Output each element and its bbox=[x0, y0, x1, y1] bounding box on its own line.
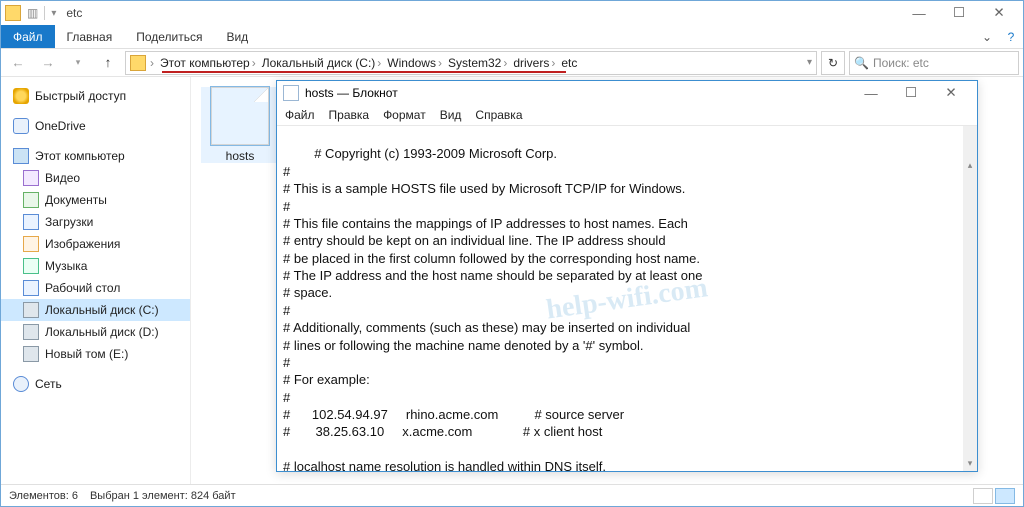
window-title: etc bbox=[66, 6, 82, 20]
maximize-button[interactable]: ☐ bbox=[939, 2, 979, 24]
back-button[interactable]: ← bbox=[5, 51, 31, 75]
qat-dropdown-icon[interactable]: ▾ bbox=[51, 8, 56, 19]
menu-file[interactable]: Файл bbox=[285, 108, 315, 122]
file-content: # Copyright (c) 1993-2009 Microsoft Corp… bbox=[283, 146, 702, 471]
recent-button[interactable]: ▾ bbox=[65, 51, 91, 75]
quick-access[interactable]: Быстрый доступ bbox=[1, 85, 190, 107]
document-icon bbox=[23, 192, 39, 208]
file-hosts[interactable]: hosts bbox=[201, 87, 279, 163]
quick-tool-icon[interactable]: ▥ bbox=[27, 6, 38, 20]
notepad-textarea[interactable]: # Copyright (c) 1993-2009 Microsoft Corp… bbox=[277, 125, 977, 471]
search-box[interactable]: 🔍 Поиск: etc bbox=[849, 51, 1019, 75]
maximize-button[interactable]: ☐ bbox=[891, 82, 931, 104]
tab-view[interactable]: Вид bbox=[214, 25, 260, 48]
notepad-menu: Файл Правка Формат Вид Справка bbox=[277, 105, 977, 125]
breadcrumb-item[interactable]: System32 › bbox=[446, 56, 509, 70]
network-icon bbox=[13, 376, 29, 392]
download-icon bbox=[23, 214, 39, 230]
cloud-icon bbox=[13, 118, 29, 134]
star-icon bbox=[13, 88, 29, 104]
folder-icon bbox=[130, 55, 146, 71]
status-selected: Выбран 1 элемент: 824 байт bbox=[90, 490, 236, 502]
menu-format[interactable]: Формат bbox=[383, 108, 426, 122]
notepad-window: hosts — Блокнот — ☐ ✕ Файл Правка Формат… bbox=[276, 80, 978, 472]
breadcrumb-item[interactable]: Этот компьютер › bbox=[158, 56, 258, 70]
scroll-down-icon[interactable]: ▾ bbox=[963, 457, 977, 471]
view-icons-button[interactable] bbox=[995, 488, 1015, 504]
file-label: hosts bbox=[201, 149, 279, 163]
drive-icon bbox=[23, 302, 39, 318]
menu-help[interactable]: Справка bbox=[475, 108, 522, 122]
address-bar[interactable]: › Этот компьютер › Локальный диск (C:) ›… bbox=[125, 51, 817, 75]
forward-button[interactable]: → bbox=[35, 51, 61, 75]
onedrive[interactable]: OneDrive bbox=[1, 115, 190, 137]
picture-icon bbox=[23, 236, 39, 252]
up-button[interactable]: ↑ bbox=[95, 51, 121, 75]
menu-view[interactable]: Вид bbox=[440, 108, 462, 122]
breadcrumb-item[interactable]: etc bbox=[559, 56, 579, 70]
search-placeholder: Поиск: etc bbox=[873, 56, 929, 70]
tab-share[interactable]: Поделиться bbox=[124, 25, 214, 48]
close-button[interactable]: ✕ bbox=[931, 82, 971, 104]
nav-desktop[interactable]: Рабочий стол bbox=[1, 277, 190, 299]
nav-drive-e[interactable]: Новый том (E:) bbox=[1, 343, 190, 365]
minimize-button[interactable]: — bbox=[851, 82, 891, 104]
breadcrumb-item[interactable]: Локальный диск (C:) › bbox=[260, 56, 384, 70]
desktop-icon bbox=[23, 280, 39, 296]
nav-drive-d[interactable]: Локальный диск (D:) bbox=[1, 321, 190, 343]
tab-file[interactable]: Файл bbox=[1, 25, 55, 48]
status-bar: Элементов: 6 Выбран 1 элемент: 824 байт bbox=[1, 484, 1023, 506]
breadcrumb-item[interactable]: drivers › bbox=[511, 56, 557, 70]
nav-music[interactable]: Музыка bbox=[1, 255, 190, 277]
view-details-button[interactable] bbox=[973, 488, 993, 504]
search-icon: 🔍 bbox=[854, 56, 869, 70]
separator bbox=[44, 6, 45, 20]
nav-videos[interactable]: Видео bbox=[1, 167, 190, 189]
close-button[interactable]: ✕ bbox=[979, 2, 1019, 24]
chevron-right-icon: › bbox=[150, 56, 154, 70]
this-pc[interactable]: Этот компьютер bbox=[1, 145, 190, 167]
scroll-up-icon[interactable]: ▴ bbox=[963, 159, 977, 173]
ribbon: Файл Главная Поделиться Вид ⌄ ? bbox=[1, 25, 1023, 49]
pc-icon bbox=[13, 148, 29, 164]
ribbon-expand-icon[interactable]: ⌄ bbox=[975, 25, 999, 48]
notepad-titlebar[interactable]: hosts — Блокнот — ☐ ✕ bbox=[277, 81, 977, 105]
nav-downloads[interactable]: Загрузки bbox=[1, 211, 190, 233]
address-row: ← → ▾ ↑ › Этот компьютер › Локальный дис… bbox=[1, 49, 1023, 77]
drive-icon bbox=[23, 324, 39, 340]
nav-pictures[interactable]: Изображения bbox=[1, 233, 190, 255]
breadcrumb-item[interactable]: Windows › bbox=[385, 56, 444, 70]
scrollbar[interactable]: ▴ ▾ bbox=[963, 126, 977, 471]
drive-icon bbox=[23, 346, 39, 362]
notepad-icon bbox=[283, 85, 299, 101]
help-icon[interactable]: ? bbox=[999, 25, 1023, 48]
nav-pane[interactable]: Быстрый доступ OneDrive Этот компьютер В… bbox=[1, 77, 191, 484]
folder-icon bbox=[5, 5, 21, 21]
dropdown-icon[interactable]: ▾ bbox=[807, 57, 812, 68]
tab-home[interactable]: Главная bbox=[55, 25, 125, 48]
status-count: Элементов: 6 bbox=[9, 490, 78, 502]
video-icon bbox=[23, 170, 39, 186]
explorer-titlebar[interactable]: ▥ ▾ etc — ☐ ✕ bbox=[1, 1, 1023, 25]
music-icon bbox=[23, 258, 39, 274]
nav-drive-c[interactable]: Локальный диск (C:) bbox=[1, 299, 190, 321]
refresh-button[interactable]: ↻ bbox=[821, 51, 845, 75]
nav-documents[interactable]: Документы bbox=[1, 189, 190, 211]
minimize-button[interactable]: — bbox=[899, 2, 939, 24]
file-icon bbox=[211, 87, 269, 145]
annotation-underline bbox=[162, 71, 566, 73]
nav-network[interactable]: Сеть bbox=[1, 373, 190, 395]
notepad-title: hosts — Блокнот bbox=[305, 86, 398, 100]
menu-edit[interactable]: Правка bbox=[329, 108, 370, 122]
